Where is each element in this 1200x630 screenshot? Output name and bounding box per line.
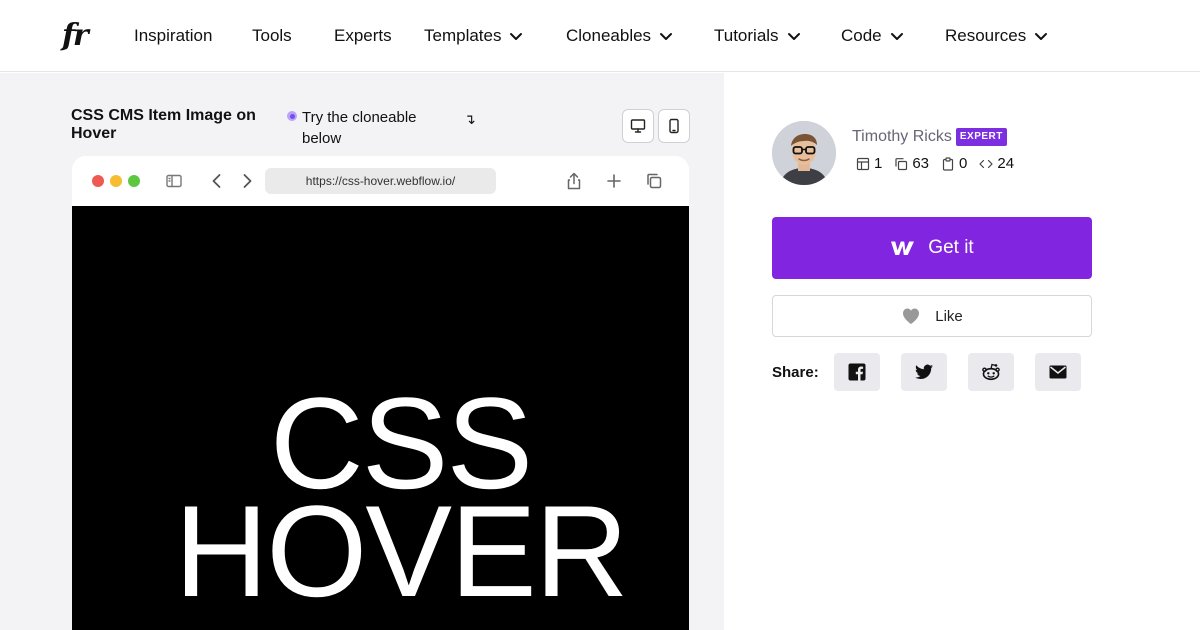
stat-embeds: 24 [979,154,1014,174]
hero-heading: CSS HOVER [174,370,628,624]
reddit-icon [982,363,1000,381]
stat-embeds-value: 24 [997,155,1015,172]
close-window-dot[interactable] [92,175,104,187]
author-name[interactable]: Timothy Ricks [852,127,952,147]
author-portrait [772,121,836,185]
top-nav: fr Inspiration Tools Experts Templates C… [0,0,1200,72]
nav-item-label: Templates [424,26,502,45]
arrow-down-icon: ↴ [464,111,476,127]
minimize-window-dot[interactable] [110,175,122,187]
nav-item-inspiration[interactable]: Inspiration [134,24,212,48]
browser-toolbar: https://css-hover.webflow.io/ [72,156,689,206]
stat-clones-value: 63 [912,155,930,172]
get-it-button[interactable]: Get it [772,217,1092,279]
share-email-button[interactable] [1035,353,1081,391]
nav-item-label: Resources [945,26,1027,45]
nav-item-experts[interactable]: Experts [334,24,392,48]
code-icon [979,159,993,169]
chevron-left-icon[interactable] [207,171,227,191]
webflow-icon [891,241,915,255]
nav-item-label: Cloneables [566,26,652,45]
like-button[interactable]: Like [772,295,1092,337]
author-avatar[interactable] [772,121,836,185]
share-facebook-button[interactable] [834,353,880,391]
chevron-down-icon [510,33,523,40]
share-twitter-button[interactable] [901,353,947,391]
author-stats: 1 63 0 24 [856,154,1014,174]
chevron-down-icon [787,33,800,40]
monitor-icon [630,119,646,133]
nav-item-tutorials[interactable]: Tutorials [714,24,801,48]
nav-item-label: Tutorials [714,26,779,45]
stat-copies: 0 [941,154,967,174]
facebook-icon [848,363,866,381]
chevron-down-icon [1035,33,1048,40]
address-bar[interactable]: https://css-hover.webflow.io/ [265,168,496,194]
share-label: Share: [772,364,819,381]
clone-icon [895,158,908,171]
clipboard-icon [942,157,954,171]
nav-item-tools[interactable]: Tools [252,24,292,48]
share-reddit-button[interactable] [968,353,1014,391]
mobile-view-button[interactable] [658,109,690,143]
twitter-icon [915,364,933,380]
stat-copies-value: 0 [959,155,968,172]
stat-pages-value: 1 [874,155,883,172]
get-it-label: Get it [928,237,974,258]
nav-item-templates[interactable]: Templates [424,24,523,48]
layout-icon [856,157,870,171]
site-logo[interactable]: fr [62,18,89,54]
like-label: Like [935,307,963,325]
chevron-down-icon [890,33,903,40]
page-title: CSS CMS Item Image on Hover [71,107,256,142]
plus-icon[interactable] [604,171,624,191]
sidebar-icon[interactable] [164,171,184,191]
preview-panel: CSS CMS Item Image on Hover Try the clon… [0,73,724,630]
author-info: Timothy Ricks EXPERT [852,127,1007,147]
browser-frame: https://css-hover.webflow.io/ CSS HOVER [72,156,689,630]
chevron-down-icon [660,33,673,40]
mobile-icon [669,118,679,134]
desktop-view-button[interactable] [622,109,654,143]
pulse-dot-icon [287,111,297,121]
hint-text: Try the cloneable below [302,109,417,147]
nav-item-code[interactable]: Code [841,24,904,48]
nav-item-label: Experts [334,26,392,45]
nav-item-label: Code [841,26,882,45]
share-icon[interactable] [564,171,584,191]
expert-badge: EXPERT [955,128,1007,146]
nav-item-cloneables[interactable]: Cloneables [566,24,673,48]
maximize-window-dot[interactable] [128,175,140,187]
stat-clones: 63 [894,154,929,174]
nav-item-label: Inspiration [134,26,213,45]
site-preview[interactable]: CSS HOVER [72,206,689,630]
copy-icon[interactable] [644,171,664,191]
chevron-right-icon[interactable] [237,171,257,191]
nav-item-label: Tools [252,26,292,45]
heart-icon [903,308,920,324]
stat-pages: 1 [856,154,882,174]
nav-item-resources[interactable]: Resources [945,24,1048,48]
mail-icon [1049,365,1067,379]
